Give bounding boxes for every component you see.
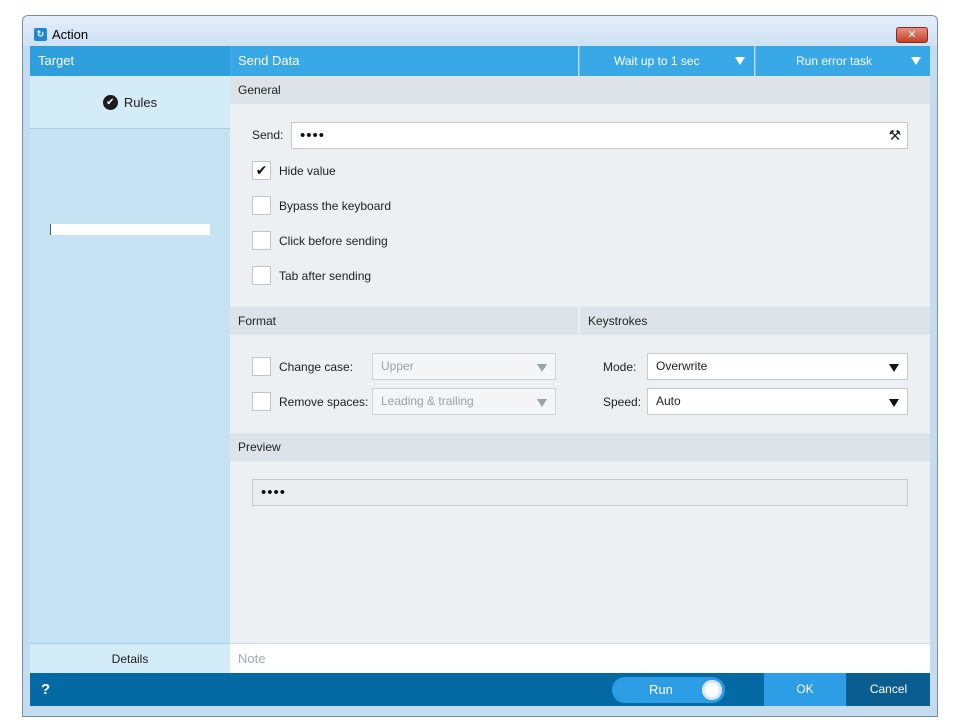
bypass-keyboard-label: Bypass the keyboard <box>279 199 392 213</box>
speed-select[interactable]: Auto <box>647 388 908 415</box>
ok-button[interactable]: OK <box>764 673 846 706</box>
change-case-value: Upper <box>381 359 414 373</box>
wait-dropdown[interactable]: Wait up to 1 sec <box>579 46 754 76</box>
hide-value-checkbox[interactable]: ✔ <box>252 161 271 180</box>
format-section-header: Format <box>230 307 578 335</box>
rules-label: Rules <box>123 95 158 110</box>
error-task-label: Run error task <box>796 54 873 68</box>
remove-spaces-value: Leading & trailing <box>381 394 474 408</box>
cancel-button[interactable]: Cancel <box>847 673 930 706</box>
hide-value-label: Hide value <box>279 164 336 178</box>
note-input[interactable]: Note <box>230 643 930 673</box>
magic-wand-icon[interactable]: ⚒ <box>888 127 901 144</box>
mode-label: Mode: <box>603 360 637 374</box>
send-value: •••• <box>300 127 326 144</box>
chevron-down-icon <box>911 57 921 65</box>
general-section-header: General <box>230 76 930 104</box>
chevron-down-icon <box>889 399 899 407</box>
send-label: Send: <box>252 128 284 142</box>
rules-button[interactable]: ✔ Rules <box>30 76 230 129</box>
change-case-label: Change case: <box>279 360 354 374</box>
send-input[interactable]: •••• ⚒ <box>291 122 908 149</box>
run-label: Run <box>649 682 673 697</box>
error-task-dropdown[interactable]: Run error task <box>755 46 930 76</box>
bypass-keyboard-checkbox[interactable] <box>252 196 271 215</box>
mode-value: Overwrite <box>656 359 708 373</box>
title-bar[interactable] <box>23 16 937 46</box>
help-button[interactable]: ? <box>41 673 50 706</box>
tab-target[interactable]: Target <box>30 46 230 76</box>
preview-section-header: Preview <box>230 433 930 461</box>
details-button[interactable]: Details <box>30 643 230 673</box>
click-before-sending-checkbox[interactable] <box>252 231 271 250</box>
remove-spaces-label: Remove spaces: <box>279 395 369 409</box>
tab-after-sending-checkbox[interactable] <box>252 266 271 285</box>
change-case-select[interactable]: Upper <box>372 353 556 380</box>
chevron-down-icon <box>889 364 899 372</box>
preview-value: •••• <box>261 484 287 501</box>
keystrokes-section-header: Keystrokes <box>580 307 930 335</box>
speed-value: Auto <box>656 394 681 408</box>
click-before-sending-label: Click before sending <box>279 234 388 248</box>
remove-spaces-checkbox[interactable] <box>252 392 271 411</box>
speed-label: Speed: <box>603 395 642 409</box>
run-toggle[interactable]: Run <box>612 677 725 703</box>
chevron-down-icon <box>735 57 745 65</box>
action-type-label: Send Data <box>230 46 578 76</box>
chevron-down-icon <box>537 364 547 372</box>
change-case-checkbox[interactable] <box>252 357 271 376</box>
close-button[interactable]: ✕ <box>896 27 928 43</box>
remove-spaces-select[interactable]: Leading & trailing <box>372 388 556 415</box>
app-icon: ↻ <box>34 28 47 41</box>
window-title: Action <box>52 27 89 42</box>
target-preview-strip <box>50 224 210 235</box>
left-pane <box>30 76 230 643</box>
mode-select[interactable]: Overwrite <box>647 353 908 380</box>
preview-field: •••• <box>252 479 908 506</box>
wait-dropdown-label: Wait up to 1 sec <box>614 54 700 68</box>
tab-after-sending-label: Tab after sending <box>279 269 372 283</box>
check-circle-icon: ✔ <box>102 95 118 111</box>
toggle-knob <box>702 680 722 700</box>
chevron-down-icon <box>537 399 547 407</box>
